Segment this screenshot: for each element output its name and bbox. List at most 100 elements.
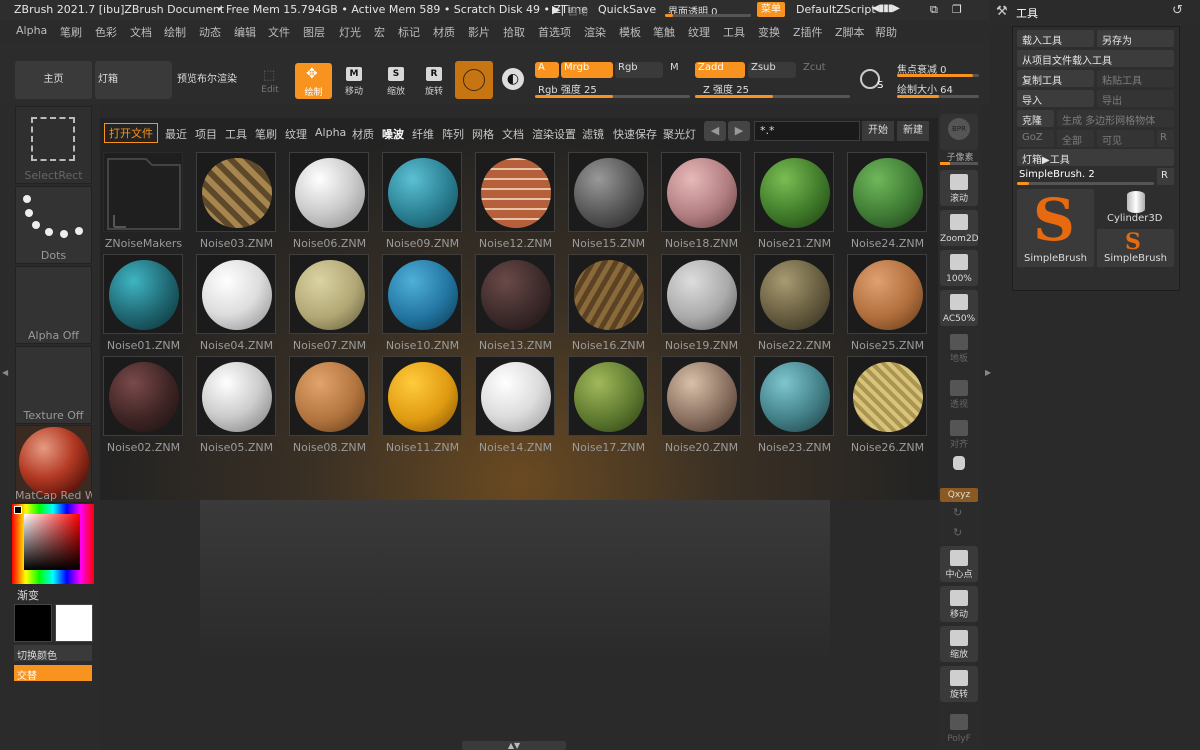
zcut-toggle[interactable]: Zcut: [800, 62, 850, 78]
menu-item[interactable]: 纹理: [688, 24, 710, 40]
tab-tool[interactable]: 工具: [225, 126, 247, 142]
edit-button[interactable]: ⬚ Edit: [255, 66, 285, 96]
noise-thumbnail[interactable]: [196, 152, 276, 232]
folder-thumbnail[interactable]: [103, 152, 183, 232]
color-picker[interactable]: [12, 504, 94, 584]
rotate-z-icon[interactable]: ↻: [953, 526, 962, 539]
menu-item[interactable]: 编辑: [234, 24, 256, 40]
copy-tool-button[interactable]: 复制工具: [1017, 70, 1094, 87]
menu-toggle-button[interactable]: 菜单: [757, 2, 785, 17]
scale-view-button[interactable]: 缩放: [940, 626, 978, 662]
zadd-toggle[interactable]: Zadd: [695, 62, 745, 78]
menu-item[interactable]: Alpha: [16, 24, 47, 37]
tool-r-button[interactable]: R: [1157, 168, 1174, 185]
prev-arrow-icon[interactable]: ◀: [704, 121, 726, 141]
start-button[interactable]: 开始: [862, 121, 894, 141]
lightbox-tools-button[interactable]: 灯箱▶工具: [1017, 149, 1174, 166]
new-button[interactable]: 新建: [897, 121, 929, 141]
tab-texture[interactable]: 纹理: [285, 126, 307, 142]
menu-item[interactable]: 首选项: [538, 24, 571, 40]
noise-thumbnail[interactable]: [103, 254, 183, 334]
color-saturation-square[interactable]: [24, 514, 80, 570]
frame-button[interactable]: 对齐: [940, 416, 978, 452]
menu-item[interactable]: 色彩: [95, 24, 117, 40]
next-arrow-icon[interactable]: ▶: [728, 121, 750, 141]
quicksave-button[interactable]: QuickSave: [598, 3, 656, 16]
menu-item[interactable]: 拾取: [503, 24, 525, 40]
menu-item[interactable]: Z插件: [793, 24, 823, 40]
menu-item[interactable]: 动态: [199, 24, 221, 40]
tab-fiber[interactable]: 纤维: [412, 126, 434, 142]
simplebrush-thumbnail[interactable]: S SimpleBrush: [1017, 189, 1094, 267]
primary-color-swatch[interactable]: [14, 604, 52, 642]
scroll-button[interactable]: 滚动: [940, 170, 978, 206]
tab-recent[interactable]: 最近: [165, 126, 187, 142]
tab-project[interactable]: 项目: [195, 126, 217, 142]
move-button[interactable]: M 移动: [338, 64, 370, 98]
window-layout-icon[interactable]: ⧉: [930, 3, 938, 17]
noise-thumbnail[interactable]: [382, 356, 462, 436]
material-sphere-button[interactable]: [455, 61, 493, 99]
right-tray-arrow-icon[interactable]: ▶: [985, 368, 991, 377]
import-button[interactable]: 导入: [1017, 90, 1094, 107]
clone-button[interactable]: 克隆: [1017, 110, 1054, 127]
load-from-project-button[interactable]: 从项目文件载入工具: [1017, 50, 1174, 67]
noise-thumbnail[interactable]: [196, 254, 276, 334]
rgb-toggle[interactable]: Rgb: [615, 62, 663, 78]
actual-size-button[interactable]: 100%: [940, 250, 978, 286]
secondary-color-swatch[interactable]: [55, 604, 93, 642]
noise-thumbnail[interactable]: [847, 152, 927, 232]
tab-grid[interactable]: 网格: [472, 126, 494, 142]
palette-close-icon[interactable]: ↺: [1172, 3, 1183, 18]
all-button[interactable]: 全部: [1057, 130, 1094, 147]
lazy-mouse-button[interactable]: S: [858, 66, 888, 96]
m-toggle[interactable]: M: [666, 62, 690, 78]
menu-item[interactable]: 图层: [303, 24, 325, 40]
noise-thumbnail[interactable]: [196, 356, 276, 436]
draw-size-slider[interactable]: 绘制大小 64: [897, 80, 979, 98]
goz-button[interactable]: GoZ: [1017, 130, 1054, 147]
tab-alpha[interactable]: Alpha: [315, 126, 346, 139]
bottom-tray-arrow-icon[interactable]: ▲▼: [462, 741, 566, 750]
menu-item[interactable]: 宏: [374, 24, 385, 40]
menu-item[interactable]: 笔刷: [60, 24, 82, 40]
menu-item[interactable]: 标记: [398, 24, 420, 40]
noise-thumbnail[interactable]: [289, 356, 369, 436]
noise-thumbnail[interactable]: [289, 254, 369, 334]
tab-spotlight[interactable]: 聚光灯: [663, 126, 696, 142]
noise-thumbnail[interactable]: [568, 254, 648, 334]
tab-brush[interactable]: 笔刷: [255, 126, 277, 142]
home-button[interactable]: 主页: [15, 61, 92, 99]
noise-thumbnail[interactable]: [289, 152, 369, 232]
noise-thumbnail[interactable]: [475, 254, 555, 334]
save-as-button[interactable]: 另存为: [1097, 30, 1174, 47]
menu-item[interactable]: 灯光: [339, 24, 361, 40]
focal-shift-slider[interactable]: 焦点衰减 0: [897, 60, 979, 78]
noise-thumbnail[interactable]: [661, 356, 741, 436]
lightbox-button[interactable]: 灯箱: [95, 61, 172, 99]
menu-item[interactable]: 绘制: [164, 24, 186, 40]
rotate-view-button[interactable]: 旋转: [940, 666, 978, 702]
make-polymesh-button[interactable]: 生成 多边形网格物体: [1057, 110, 1174, 127]
rotate-button[interactable]: R 旋转: [418, 64, 450, 98]
noise-thumbnail[interactable]: [754, 152, 834, 232]
export-button[interactable]: 导出: [1097, 90, 1174, 107]
current-tool-slider[interactable]: SimpleBrush. 2: [1017, 168, 1154, 185]
goz-r-button[interactable]: R: [1157, 130, 1174, 147]
center-point-button[interactable]: 中心点: [940, 546, 978, 582]
noise-thumbnail[interactable]: [754, 254, 834, 334]
paste-tool-button[interactable]: 粘贴工具: [1097, 70, 1174, 87]
floor-button[interactable]: 地板: [940, 330, 978, 366]
tab-quicksave[interactable]: 快速保存: [613, 126, 657, 142]
tab-material[interactable]: 材质: [352, 126, 374, 142]
noise-thumbnail[interactable]: [661, 254, 741, 334]
window-restore-icon[interactable]: ❐: [952, 3, 962, 16]
noise-thumbnail[interactable]: [382, 152, 462, 232]
menu-item[interactable]: 模板: [619, 24, 641, 40]
tab-filter[interactable]: 滤镜: [582, 126, 604, 142]
scale-button[interactable]: S 缩放: [380, 64, 412, 98]
subpixel-slider[interactable]: [940, 162, 978, 165]
mrgb-toggle[interactable]: Mrgb: [561, 62, 613, 78]
tab-noise[interactable]: 噪波: [382, 126, 404, 142]
rotate-y-icon[interactable]: ↻: [953, 506, 962, 519]
